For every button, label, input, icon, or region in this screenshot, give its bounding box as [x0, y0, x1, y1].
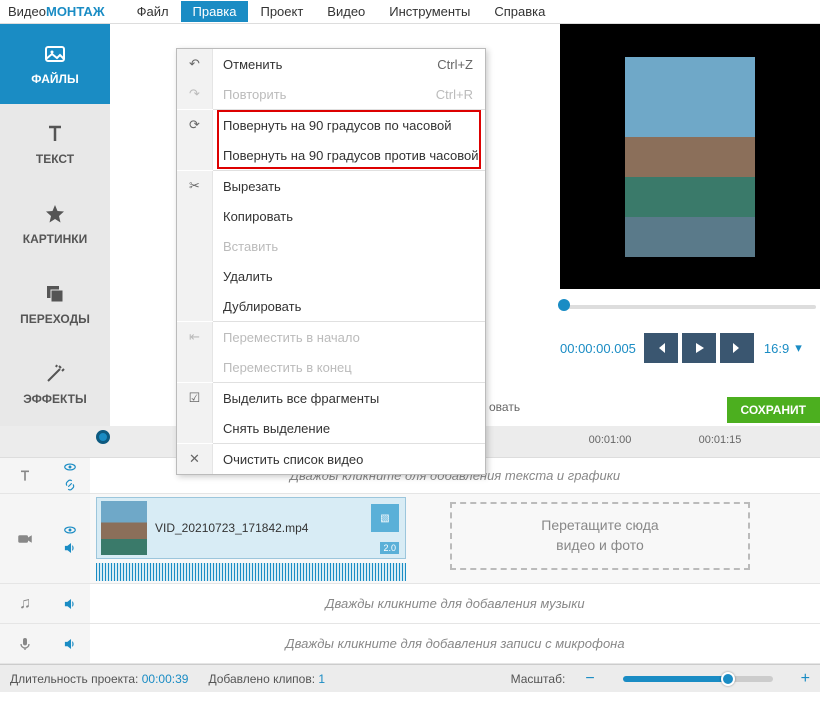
prev-button[interactable] [644, 333, 678, 363]
music-icon: ♫ [19, 595, 31, 613]
sidebar-tab-images[interactable]: КАРТИНКИ [0, 184, 110, 264]
video-track[interactable]: VID_20210723_171842.mp4 ▧ 2.0 Перетащите… [0, 494, 820, 584]
statusbar: Длительность проекта: 00:00:39 Добавлено… [0, 664, 820, 692]
zoom-label: Масштаб: [511, 672, 566, 686]
play-icon [692, 341, 706, 355]
sidebar-label: ТЕКСТ [36, 152, 74, 166]
clips-label: Добавлено клипов: [208, 672, 315, 686]
mic-track-hint: Дважды кликните для добавления записи с … [90, 636, 820, 651]
ruler-tick: 00:01:15 [699, 434, 742, 446]
camera-icon [16, 530, 34, 548]
wand-icon [43, 362, 67, 386]
menubar: ВидеоМОНТАЖ Файл Правка Проект Видео Инс… [0, 0, 820, 24]
transition-icon[interactable]: ▧ [371, 504, 399, 532]
menu-item-rotate-cw[interactable]: ⟳ Повернуть на 90 градусов по часовой [177, 110, 485, 140]
next-button[interactable] [720, 333, 754, 363]
link-icon[interactable] [63, 478, 77, 492]
menu-file[interactable]: Файл [125, 1, 181, 22]
clips-value: 1 [318, 672, 325, 686]
rotate-cw-icon: ⟳ [189, 117, 200, 133]
menu-item-paste: Вставить [177, 231, 485, 261]
sidebar-tab-text[interactable]: ТЕКСТ [0, 104, 110, 184]
clip-thumbnail [101, 501, 147, 555]
menu-video[interactable]: Видео [315, 1, 377, 22]
text-icon [17, 468, 33, 484]
speaker-icon[interactable] [63, 597, 77, 611]
menu-item-deselect[interactable]: Снять выделение [177, 413, 485, 443]
menu-item-clear-list[interactable]: ✕ Очистить список видео [177, 444, 485, 474]
skip-next-icon [730, 341, 744, 355]
select-all-icon: ☑ [189, 390, 201, 406]
menu-item-duplicate[interactable]: Дублировать [177, 291, 485, 321]
zoom-slider[interactable] [623, 676, 773, 682]
music-track[interactable]: ♫ Дважды кликните для добавления музыки [0, 584, 820, 624]
menu-item-delete[interactable]: Удалить [177, 261, 485, 291]
duration-value: 00:00:39 [142, 672, 189, 686]
scissors-icon: ✂ [189, 178, 200, 194]
edit-dropdown: ↶ Отменить Ctrl+Z ↷ Повторить Ctrl+R ⟳ П… [176, 48, 486, 475]
save-button[interactable]: СОХРАНИТ [727, 397, 820, 423]
audio-waveform [96, 563, 406, 581]
sidebar-label: ФАЙЛЫ [31, 72, 78, 86]
toolbar-partial-text: овать [489, 400, 520, 414]
eye-icon[interactable] [63, 523, 77, 537]
image-icon [43, 42, 67, 66]
transition-duration: 2.0 [380, 542, 399, 554]
redo-icon: ↷ [189, 86, 200, 102]
ruler-tick: 00:01:00 [589, 434, 632, 446]
mic-icon [17, 636, 33, 652]
menu-item-select-all[interactable]: ☑ Выделить все фрагменты [177, 383, 485, 413]
eye-icon[interactable] [63, 460, 77, 474]
music-track-hint: Дважды кликните для добавления музыки [90, 596, 820, 611]
playhead[interactable] [96, 430, 110, 444]
layers-icon [43, 282, 67, 306]
zoom-handle[interactable] [721, 672, 735, 686]
sidebar: ФАЙЛЫ ТЕКСТ КАРТИНКИ ПЕРЕХОДЫ ЭФФЕКТЫ [0, 24, 110, 426]
sidebar-tab-effects[interactable]: ЭФФЕКТЫ [0, 344, 110, 424]
menu-edit[interactable]: Правка [181, 1, 249, 22]
menu-item-copy[interactable]: Копировать [177, 201, 485, 231]
menu-item-redo: ↷ Повторить Ctrl+R [177, 79, 485, 109]
menu-item-move-start: ⇤ Переместить в начало [177, 322, 485, 352]
preview-video [560, 24, 820, 289]
sidebar-label: ЭФФЕКТЫ [23, 392, 86, 406]
zoom-in-button[interactable]: + [801, 670, 810, 688]
clip-filename: VID_20210723_171842.mp4 [155, 521, 308, 535]
sidebar-tab-transitions[interactable]: ПЕРЕХОДЫ [0, 264, 110, 344]
clear-icon: ✕ [189, 451, 200, 467]
star-icon [43, 202, 67, 226]
aspect-ratio[interactable]: 16:9 [764, 341, 789, 356]
preview-time: 00:00:00.005 [560, 341, 636, 356]
video-dropzone[interactable]: Перетащите сюда видео и фото [450, 502, 750, 570]
mic-track[interactable]: Дважды кликните для добавления записи с … [0, 624, 820, 664]
preview-seek[interactable] [560, 289, 820, 321]
seek-handle[interactable] [558, 299, 570, 311]
menu-item-move-end: Переместить в конец [177, 352, 485, 382]
undo-icon: ↶ [189, 56, 200, 72]
zoom-out-button[interactable]: − [585, 670, 594, 688]
sidebar-label: КАРТИНКИ [23, 232, 87, 246]
skip-prev-icon [654, 341, 668, 355]
app-title: ВидеоМОНТАЖ [8, 4, 105, 19]
sidebar-tab-files[interactable]: ФАЙЛЫ [0, 24, 110, 104]
menu-project[interactable]: Проект [248, 1, 315, 22]
chevron-down-icon[interactable]: ▾ [795, 340, 802, 356]
menu-tools[interactable]: Инструменты [377, 1, 482, 22]
duration-label: Длительность проекта: [10, 672, 138, 686]
sidebar-label: ПЕРЕХОДЫ [20, 312, 90, 326]
menu-item-undo[interactable]: ↶ Отменить Ctrl+Z [177, 49, 485, 79]
move-start-icon: ⇤ [189, 329, 200, 345]
play-button[interactable] [682, 333, 716, 363]
preview-panel: 00:00:00.005 16:9 ▾ [560, 24, 820, 371]
menu-item-rotate-ccw[interactable]: Повернуть на 90 градусов против часовой [177, 140, 485, 170]
speaker-icon[interactable] [63, 541, 77, 555]
text-icon [43, 122, 67, 146]
speaker-icon[interactable] [63, 637, 77, 651]
menu-item-cut[interactable]: ✂ Вырезать [177, 171, 485, 201]
preview-thumbnail [625, 57, 755, 257]
menu-help[interactable]: Справка [482, 1, 557, 22]
video-clip[interactable]: VID_20210723_171842.mp4 ▧ 2.0 [96, 497, 406, 559]
